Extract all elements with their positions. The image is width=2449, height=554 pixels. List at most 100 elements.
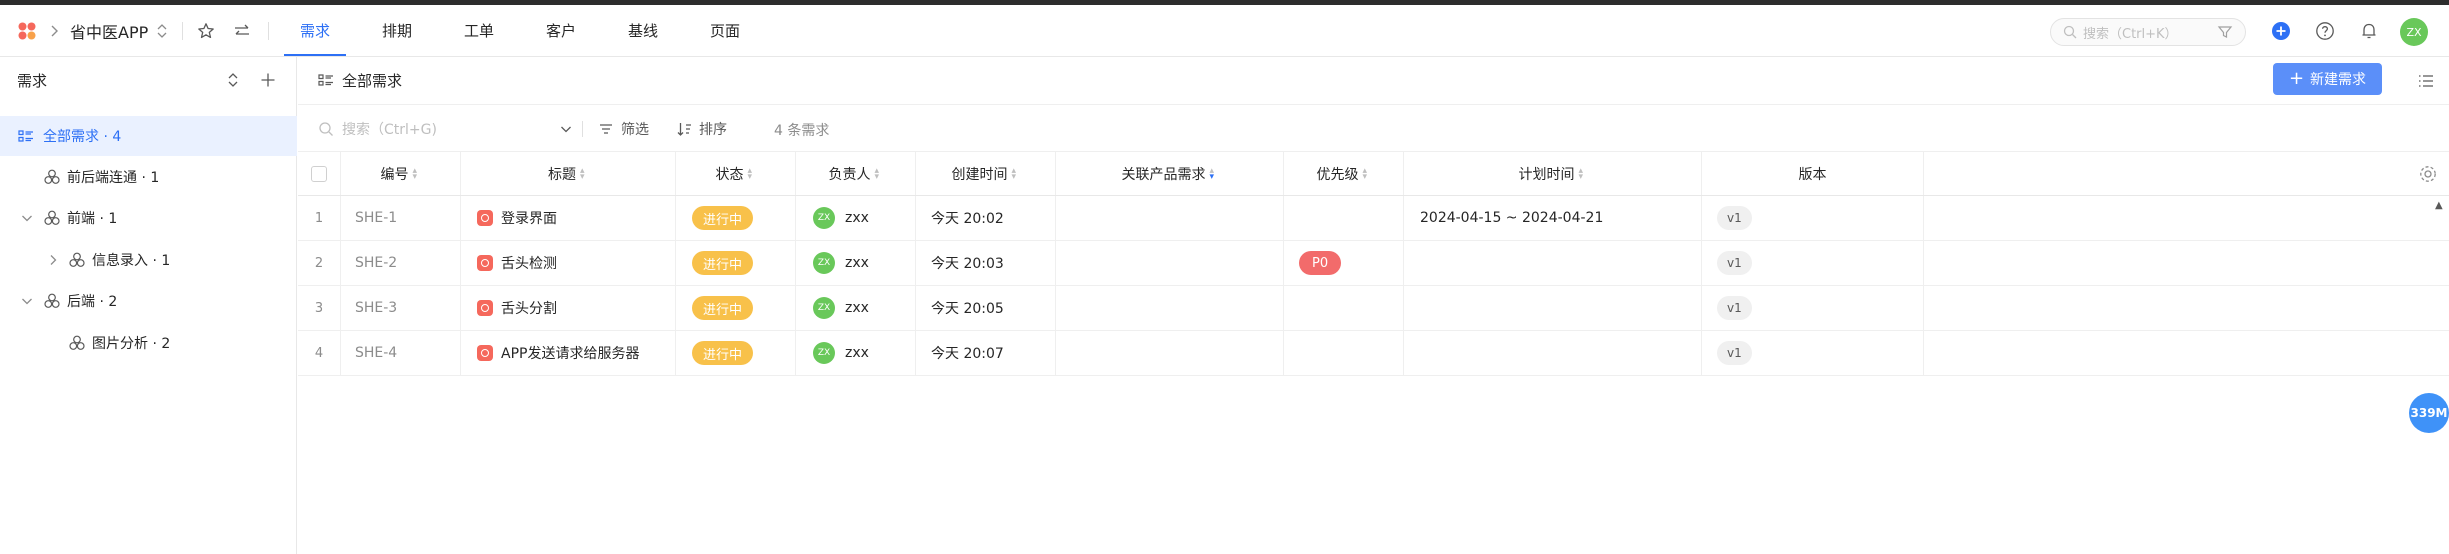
row-number: 1 bbox=[298, 196, 341, 240]
requirement-search-input[interactable]: 搜索（Ctrl+G) bbox=[310, 115, 574, 143]
chevron-down-icon[interactable] bbox=[19, 293, 35, 309]
requirement-icon bbox=[477, 210, 493, 226]
sidebar-item-frontend[interactable]: 前端 · 1 bbox=[0, 198, 297, 238]
table-row[interactable]: 3 SHE-3 舌头分割 进行中 ZX zxx 今天 20:05 v1 bbox=[298, 286, 2449, 331]
version-badge: v1 bbox=[1717, 341, 1752, 365]
row-status-cell[interactable]: 进行中 bbox=[676, 331, 796, 375]
tab-pages[interactable]: 页面 bbox=[694, 5, 756, 56]
row-status-cell[interactable]: 进行中 bbox=[676, 196, 796, 240]
version-badge: v1 bbox=[1717, 206, 1752, 230]
avatar: ZX bbox=[813, 297, 835, 319]
sidebar-item-backend[interactable]: 后端 · 2 bbox=[0, 281, 297, 321]
memory-usage-badge[interactable]: 339M bbox=[2409, 393, 2449, 433]
table-row[interactable]: 4 SHE-4 APP发送请求给服务器 进行中 ZX zxx 今天 20:07 v… bbox=[298, 331, 2449, 376]
plus-icon: + bbox=[2288, 68, 2305, 89]
row-priority-cell[interactable]: P0 bbox=[1284, 241, 1404, 285]
tab-requirements[interactable]: 需求 bbox=[284, 5, 346, 56]
row-plan[interactable]: 2024-04-15 ~ 2024-04-21 bbox=[1404, 196, 1702, 240]
row-owner-cell[interactable]: ZX zxx bbox=[796, 196, 916, 240]
row-priority-cell[interactable] bbox=[1284, 331, 1404, 375]
tab-schedule[interactable]: 排期 bbox=[366, 5, 428, 56]
column-header-priority[interactable]: 优先级 ▴ ▾ bbox=[1284, 152, 1404, 195]
row-related[interactable] bbox=[1056, 241, 1284, 285]
column-header-code[interactable]: 编号 ▴ ▾ bbox=[341, 152, 461, 195]
column-header-created[interactable]: 创建时间 ▴ ▾ bbox=[916, 152, 1056, 195]
row-related[interactable] bbox=[1056, 196, 1284, 240]
column-header-status-label: 状态 bbox=[715, 166, 744, 183]
sort-descending-icon: ▴ ▾ bbox=[1209, 165, 1215, 182]
table-row[interactable]: 1 SHE-1 登录界面 进行中 ZX zxx 今天 20:02 2024-04-… bbox=[298, 196, 2449, 241]
user-avatar[interactable]: ZX bbox=[2400, 18, 2428, 46]
row-related[interactable] bbox=[1056, 286, 1284, 330]
sort-button[interactable]: 排序 bbox=[676, 119, 727, 139]
gear-icon[interactable] bbox=[2418, 164, 2438, 184]
sidebar-item-info-entry[interactable]: 信息录入 · 1 bbox=[0, 240, 297, 280]
swap-icon[interactable] bbox=[231, 20, 253, 42]
row-priority-cell[interactable] bbox=[1284, 196, 1404, 240]
row-version-cell[interactable]: v1 bbox=[1702, 196, 1924, 240]
column-header-status[interactable]: 状态 ▴ ▾ bbox=[676, 152, 796, 195]
column-header-related[interactable]: 关联产品需求 ▴ ▾ bbox=[1056, 152, 1284, 195]
create-plus-icon[interactable] bbox=[2270, 20, 2292, 42]
chevron-right-icon[interactable] bbox=[45, 252, 61, 268]
star-icon[interactable] bbox=[195, 20, 217, 42]
row-status-cell[interactable]: 进行中 bbox=[676, 286, 796, 330]
row-version-cell[interactable]: v1 bbox=[1702, 241, 1924, 285]
column-header-title[interactable]: 标题 ▴ ▾ bbox=[461, 152, 676, 195]
select-all-checkbox[interactable] bbox=[311, 165, 327, 182]
sort-toggle-icon[interactable] bbox=[224, 71, 242, 89]
sidebar-item-frontend-backend[interactable]: 前后端连通 · 1 bbox=[0, 157, 297, 197]
row-plan[interactable] bbox=[1404, 331, 1702, 375]
sort-arrows-icon: ▴ ▾ bbox=[1011, 165, 1017, 182]
filter-icon[interactable] bbox=[2217, 24, 2233, 40]
chevron-down-icon[interactable] bbox=[19, 210, 35, 226]
chevron-down-icon[interactable] bbox=[558, 121, 574, 137]
add-group-icon[interactable] bbox=[259, 71, 277, 89]
global-search-input[interactable]: 搜索（Ctrl+K） bbox=[2050, 18, 2246, 46]
project-switch-icon[interactable] bbox=[152, 21, 172, 41]
column-header-version[interactable]: 版本 bbox=[1702, 152, 1924, 195]
project-name[interactable]: 省中医APP bbox=[70, 18, 148, 44]
row-owner-cell[interactable]: ZX zxx bbox=[796, 331, 916, 375]
status-badge: 进行中 bbox=[692, 206, 754, 230]
row-plan[interactable] bbox=[1404, 241, 1702, 285]
row-owner-cell[interactable]: ZX zxx bbox=[796, 286, 916, 330]
divider bbox=[182, 22, 183, 40]
sidebar-item-label: 信息录入 · 1 bbox=[92, 253, 171, 269]
row-title-cell[interactable]: 登录界面 bbox=[461, 196, 676, 240]
sort-arrows-icon: ▴ ▾ bbox=[747, 165, 753, 182]
row-title-cell[interactable]: APP发送请求给服务器 bbox=[461, 331, 676, 375]
row-owner-cell[interactable]: ZX zxx bbox=[796, 241, 916, 285]
new-requirement-button[interactable]: + 新建需求 bbox=[2273, 63, 2382, 95]
filter-button[interactable]: 筛选 bbox=[598, 119, 649, 139]
row-title-cell[interactable]: 舌头检测 bbox=[461, 241, 676, 285]
row-plan[interactable] bbox=[1404, 286, 1702, 330]
help-icon[interactable] bbox=[2314, 20, 2336, 42]
sidebar-item-image-analysis[interactable]: 图片分析 · 2 bbox=[0, 323, 297, 363]
tab-baseline[interactable]: 基线 bbox=[612, 5, 674, 56]
tab-tickets[interactable]: 工单 bbox=[448, 5, 510, 56]
sidebar-item-label: 前端 · 1 bbox=[67, 211, 118, 227]
sidebar-item-label: 前后端连通 · 1 bbox=[67, 170, 160, 186]
scroll-up-icon[interactable]: ▲ bbox=[2435, 201, 2445, 211]
column-header-plan[interactable]: 计划时间 ▴ ▾ bbox=[1404, 152, 1702, 195]
main-content: 全部需求 + 新建需求 搜索（Ctrl+G) 筛选 排序 4 条需求 编号 ▴ ▾ bbox=[298, 57, 2449, 554]
select-all-cell bbox=[298, 152, 341, 195]
app-logo-icon[interactable] bbox=[17, 21, 37, 41]
row-title-cell[interactable]: 舌头分割 bbox=[461, 286, 676, 330]
group-icon bbox=[44, 210, 60, 225]
sort-arrows-icon: ▴ ▾ bbox=[874, 165, 880, 182]
bell-icon[interactable] bbox=[2358, 20, 2380, 42]
version-badge: v1 bbox=[1717, 251, 1752, 275]
row-version-cell[interactable]: v1 bbox=[1702, 331, 1924, 375]
sidebar-item-all-requirements[interactable]: 全部需求 · 4 bbox=[0, 116, 297, 156]
table-row[interactable]: 2 SHE-2 舌头检测 进行中 ZX zxx 今天 20:03 P0 v1 bbox=[298, 241, 2449, 286]
view-options-icon[interactable] bbox=[2416, 71, 2436, 91]
row-related[interactable] bbox=[1056, 331, 1284, 375]
row-priority-cell[interactable] bbox=[1284, 286, 1404, 330]
column-header-owner[interactable]: 负责人 ▴ ▾ bbox=[796, 152, 916, 195]
sort-label: 排序 bbox=[699, 122, 727, 138]
row-version-cell[interactable]: v1 bbox=[1702, 286, 1924, 330]
tab-customers[interactable]: 客户 bbox=[530, 5, 592, 56]
row-status-cell[interactable]: 进行中 bbox=[676, 241, 796, 285]
